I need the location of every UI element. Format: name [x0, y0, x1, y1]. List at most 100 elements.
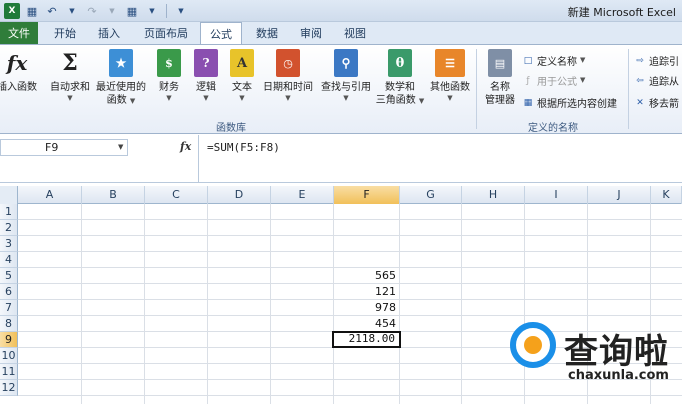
logical-button[interactable]: ? 逻辑 ▼ [192, 49, 220, 103]
column-header-k[interactable]: K [651, 186, 682, 204]
dropdown-arrow-icon: ▼ [343, 94, 349, 102]
cell-f7[interactable]: 978 [334, 300, 400, 316]
chevron-down-icon[interactable]: ▼ [118, 143, 123, 151]
tab-view[interactable]: 视图 [338, 22, 372, 44]
trace-arrow-icon: ⇨ [636, 55, 644, 66]
row-header[interactable]: 8 [0, 316, 18, 332]
name-box[interactable]: F9 [0, 139, 128, 156]
column-header-j[interactable]: J [588, 186, 651, 204]
create-from-selection-button[interactable]: ▦ 根据所选内容创建 [522, 95, 617, 111]
date-time-button[interactable]: ◷ 日期和时间 ▼ [260, 49, 316, 103]
recent-functions-button[interactable]: ★ 最近使用的 函数 ▼ [94, 49, 148, 107]
ribbon-tabs: 文件 开始 插入 页面布局 公式 数据 审阅 视图 [0, 22, 682, 45]
column-header-i[interactable]: I [525, 186, 588, 204]
formula-bar: F9 ▼ fx =SUM(F5:F8) [0, 135, 682, 183]
trace-dependents-button[interactable]: ⇦ 追踪从 [634, 73, 679, 89]
column-header-h[interactable]: H [462, 186, 525, 204]
dropdown-arrow-icon: ▼ [580, 56, 586, 64]
row-header[interactable]: 2 [0, 220, 18, 236]
name-manager-button[interactable]: ▤ 名称 管理器 [480, 49, 520, 107]
tab-formulas[interactable]: 公式 [200, 22, 242, 45]
more-functions-label: 其他函数 [430, 82, 470, 93]
column-header-b[interactable]: B [82, 186, 145, 204]
insert-function-label: 插入函数 [0, 82, 37, 93]
save-icon[interactable]: ▦ [24, 3, 40, 19]
trace-precedents-button[interactable]: ⇨ 追踪引 [634, 53, 679, 69]
column-header-a[interactable]: A [18, 186, 82, 204]
gridline [81, 204, 82, 404]
tab-data[interactable]: 数据 [250, 22, 284, 44]
remove-arrows-button[interactable]: ✕ 移去箭 [634, 95, 679, 111]
financial-button[interactable]: $ 财务 ▼ [155, 49, 183, 103]
select-all-corner[interactable] [0, 186, 18, 204]
column-header-d[interactable]: D [208, 186, 271, 204]
divider [166, 4, 167, 18]
gridline [207, 204, 208, 404]
column-header-e[interactable]: E [271, 186, 334, 204]
dropdown-arrow-icon: ▼ [203, 94, 209, 102]
autosum-label: 自动求和 [50, 82, 90, 93]
other-book-icon: ☰ [435, 49, 465, 77]
undo-icon[interactable]: ↶ [44, 3, 60, 19]
more-functions-button[interactable]: ☰ 其他函数 ▼ [428, 49, 472, 103]
ribbon-formulas: fx 插入函数 Σ 自动求和 ▼ ★ 最近使用的 函数 ▼ $ 财务 ▼ ? 逻辑… [0, 44, 682, 134]
cell-f9-active[interactable]: 2118.00 [332, 331, 401, 348]
redo-icon[interactable]: ↷ [84, 3, 100, 19]
dropdown-arrow-icon[interactable]: ▼ [64, 3, 80, 19]
text-button[interactable]: A 文本 ▼ [228, 49, 256, 103]
column-header-f[interactable]: F [334, 186, 400, 204]
watermark-url: chaxunla.com [568, 368, 669, 383]
recent-functions-label: 最近使用的 函数 ▼ [96, 82, 146, 106]
lookup-reference-button[interactable]: ⚲ 查找与引用 ▼ [318, 49, 374, 103]
define-name-button[interactable]: □ 定义名称 ▼ [522, 53, 586, 69]
gridline [18, 219, 682, 220]
insert-function-fx-button[interactable]: fx [180, 140, 191, 153]
insert-function-button[interactable]: fx 插入函数 [0, 49, 38, 94]
create-from-selection-label: 根据所选内容创建 [537, 99, 617, 110]
row-header[interactable]: 6 [0, 284, 18, 300]
remove-arrows-icon: ✕ [636, 97, 644, 108]
tab-home[interactable]: 开始 [48, 22, 82, 44]
gridline [18, 235, 682, 236]
row-header[interactable]: 4 [0, 252, 18, 268]
row-header[interactable]: 3 [0, 236, 18, 252]
tab-insert[interactable]: 插入 [92, 22, 126, 44]
row-header[interactable]: 10 [0, 348, 18, 364]
row-header[interactable]: 1 [0, 204, 18, 220]
customize-qat-icon[interactable]: ▼ [173, 3, 189, 19]
watermark-logo: 查询啦 chaxunla.com [508, 318, 682, 404]
row-header[interactable]: 12 [0, 380, 18, 396]
row-header[interactable]: 5 [0, 268, 18, 284]
cell-f6[interactable]: 121 [334, 284, 400, 300]
dropdown-arrow-icon[interactable]: ▼ [104, 3, 120, 19]
use-in-formula-label: 用于公式 [537, 77, 577, 88]
cell-f8[interactable]: 454 [334, 316, 400, 332]
dropdown-arrow-icon[interactable]: ▼ [144, 3, 160, 19]
name-manager-label: 名称 管理器 [485, 82, 515, 106]
tab-review[interactable]: 审阅 [294, 22, 328, 44]
use-in-formula-button[interactable]: ƒ 用于公式 ▼ [522, 73, 585, 89]
tab-page-layout[interactable]: 页面布局 [138, 22, 194, 44]
column-header-c[interactable]: C [145, 186, 208, 204]
title-bar: X ▦ ↶ ▼ ↷ ▼ ▦ ▼ ▼ 新建 Microsoft Excel [0, 0, 682, 22]
row-header[interactable]: 11 [0, 364, 18, 380]
gridline [144, 204, 145, 404]
row-header-selected[interactable]: 9 [0, 332, 18, 348]
autosum-button[interactable]: Σ 自动求和 ▼ [48, 49, 92, 103]
date-time-label: 日期和时间 [263, 82, 313, 93]
cell-f5[interactable]: 565 [334, 268, 400, 284]
logical-label: 逻辑 [196, 82, 216, 93]
column-headers: A B C D E F G H I J K [0, 186, 682, 204]
fx-icon: fx [6, 51, 28, 75]
table-icon[interactable]: ▦ [124, 3, 140, 19]
row-header[interactable]: 7 [0, 300, 18, 316]
text-label: 文本 [232, 82, 252, 93]
formula-input[interactable]: =SUM(F5:F8) [198, 135, 682, 183]
group-divider [476, 49, 477, 129]
tab-file[interactable]: 文件 [0, 22, 38, 44]
column-header-g[interactable]: G [400, 186, 462, 204]
math-trig-button[interactable]: θ 数学和 三角函数 ▼ [374, 49, 426, 107]
dropdown-arrow-icon: ▼ [447, 94, 453, 102]
window-title: 新建 Microsoft Excel [567, 6, 676, 19]
excel-logo-icon[interactable]: X [4, 3, 20, 19]
